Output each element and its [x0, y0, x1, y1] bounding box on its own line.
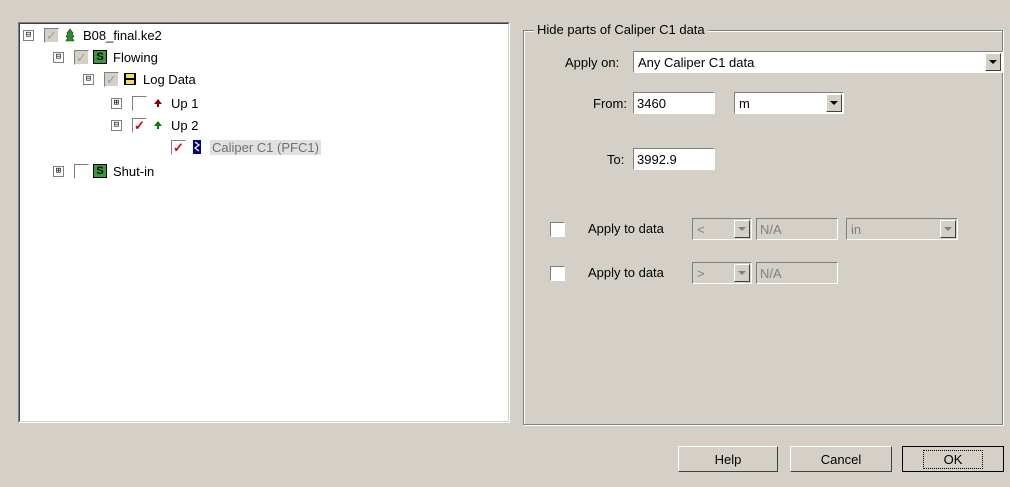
tree-node-root[interactable]: ⊟ ✓ B08_final.ke2: [23, 26, 162, 44]
survey-icon: S: [93, 164, 107, 178]
up-arrow-red-icon: [151, 96, 165, 110]
node-label: Up 1: [171, 95, 199, 111]
operator-select-1[interactable]: <: [692, 218, 752, 240]
chevron-down-icon[interactable]: [734, 220, 750, 238]
save-disk-icon: [123, 72, 137, 86]
threshold-input-1[interactable]: N/A: [756, 218, 838, 240]
apply-on-value: Any Caliper C1 data: [638, 55, 755, 70]
collapse-icon[interactable]: ⊟: [111, 119, 122, 131]
apply-to-data-label-1: Apply to data: [588, 221, 664, 236]
apply-on-label: Apply on:: [565, 55, 620, 70]
caliper-log-icon: [190, 140, 204, 154]
tree-node-caliper[interactable]: ✓ Caliper C1 (PFC1): [171, 138, 321, 156]
expand-icon[interactable]: ⊞: [53, 165, 64, 177]
node-checkbox[interactable]: ✓: [132, 117, 147, 133]
tree-node-up1[interactable]: ⊞ Up 1: [111, 94, 198, 112]
up-arrow-green-icon: [151, 118, 165, 132]
from-input[interactable]: 3460: [633, 92, 715, 114]
from-label: From:: [593, 96, 627, 111]
node-checkbox[interactable]: ✓: [44, 27, 59, 43]
well-icon: [63, 28, 77, 42]
survey-icon: S: [93, 50, 107, 64]
node-label: B08_final.ke2: [83, 27, 162, 43]
apply-to-data-checkbox-1[interactable]: [550, 222, 565, 237]
ok-button[interactable]: OK: [902, 446, 1004, 472]
tree-node-log-data[interactable]: ⊟ ✓ Log Data: [83, 70, 196, 88]
node-label: Flowing: [113, 49, 158, 65]
tree-node-shutin[interactable]: ⊞ S Shut-in: [53, 162, 154, 180]
to-input[interactable]: 3992.9: [633, 148, 715, 170]
operator-value-1: <: [697, 222, 705, 237]
apply-to-data-checkbox-2[interactable]: [550, 266, 565, 281]
tree-node-flowing[interactable]: ⊟ ✓ S Flowing: [53, 48, 158, 66]
to-label: To:: [607, 152, 625, 167]
node-label: Up 2: [171, 117, 199, 133]
node-label-selected: Caliper C1 (PFC1): [210, 139, 321, 155]
operator-select-2[interactable]: >: [692, 262, 752, 284]
collapse-icon[interactable]: ⊟: [83, 73, 94, 85]
apply-on-select[interactable]: Any Caliper C1 data: [633, 51, 1003, 73]
ok-button-label: OK: [922, 449, 984, 469]
collapse-icon[interactable]: ⊟: [53, 51, 64, 63]
cancel-button[interactable]: Cancel: [790, 446, 892, 472]
unit-value: m: [739, 96, 750, 111]
node-checkbox[interactable]: ✓: [171, 139, 186, 155]
chevron-down-icon[interactable]: [940, 220, 956, 238]
threshold-input-2[interactable]: N/A: [756, 262, 838, 284]
unit-select[interactable]: m: [734, 92, 844, 114]
tree-view[interactable]: ⊟ ✓ B08_final.ke2 ⊟ ✓ S Flowing ⊟ ✓ Log …: [18, 22, 510, 423]
chevron-down-icon[interactable]: [734, 264, 750, 282]
expand-icon[interactable]: ⊞: [111, 97, 122, 109]
node-checkbox[interactable]: ✓: [104, 71, 119, 87]
node-checkbox[interactable]: [132, 95, 147, 111]
apply-to-data-label-2: Apply to data: [588, 265, 664, 280]
chevron-down-icon[interactable]: [826, 94, 842, 112]
node-label: Log Data: [143, 71, 196, 87]
operator-value-2: >: [697, 266, 705, 281]
groupbox-title: Hide parts of Caliper C1 data: [534, 22, 708, 37]
threshold-unit-select-1[interactable]: in: [846, 218, 958, 240]
chevron-down-icon[interactable]: [985, 53, 1001, 71]
node-label: Shut-in: [113, 163, 155, 179]
help-button[interactable]: Help: [678, 446, 778, 472]
collapse-icon[interactable]: ⊟: [23, 29, 34, 41]
node-checkbox[interactable]: ✓: [74, 49, 89, 65]
threshold-unit-value-1: in: [851, 222, 862, 237]
tree-node-up2[interactable]: ⊟ ✓ Up 2: [111, 116, 198, 134]
node-checkbox[interactable]: [74, 163, 89, 179]
